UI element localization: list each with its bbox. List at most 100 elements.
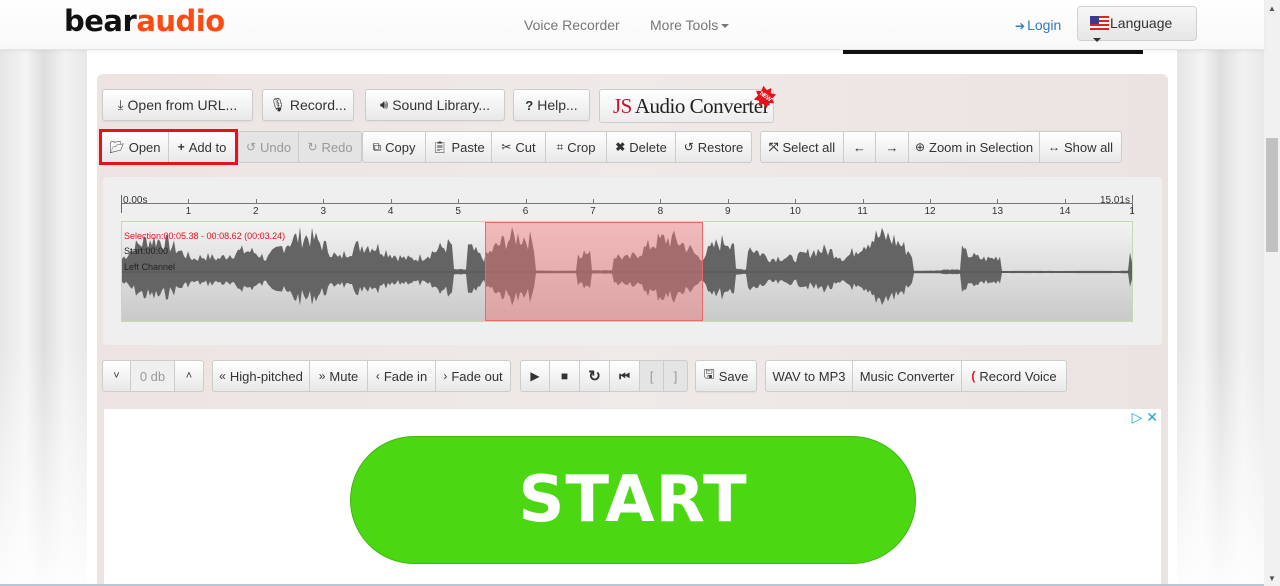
help-label: Help... [537, 97, 578, 113]
adchoices-icon[interactable]: ▷ [1132, 409, 1143, 425]
paste-icon: 📋︎ [432, 140, 448, 154]
ruler-tick [188, 199, 190, 204]
mark-out-button[interactable]: ] [664, 360, 688, 392]
select-all-label: Select all [782, 139, 836, 155]
record-button[interactable]: 🎙︎ Record... [262, 89, 354, 121]
logo[interactable]: bearaudio [64, 4, 225, 38]
arrow-left-icon: ← [853, 139, 866, 155]
cut-button[interactable]: ✂ Cut [492, 131, 546, 163]
nav-more-tools[interactable]: More Tools [650, 17, 730, 33]
volume-down-button[interactable]: ˅ [102, 360, 131, 392]
ruler-tick-label: 6 [522, 206, 529, 217]
question-icon: ? [525, 97, 534, 113]
move-right-button[interactable]: → [876, 131, 909, 163]
double-chevron-down-icon: » [318, 369, 326, 383]
close-icon[interactable]: ✕ [1146, 409, 1158, 425]
selection-region[interactable] [484, 222, 704, 321]
ruler-tick [525, 199, 527, 204]
record-voice-button[interactable]: (Record Voice [962, 360, 1067, 392]
redo-icon: ↻ [307, 140, 318, 154]
save-button[interactable]: 🖫 Save [695, 360, 757, 392]
edit-button-group: ⧉ Copy 📋︎ Paste ✂ Cut ⌗ Crop ✖ Delete ↺ Restor… [362, 131, 752, 163]
history-icon: ↺ [683, 140, 694, 154]
loop-button[interactable]: ↻ [580, 360, 610, 392]
play-button[interactable]: ▶ [520, 360, 550, 392]
sound-library-button[interactable]: 🔊︎ Sound Library... [365, 89, 505, 121]
ruler-tick-label: 13 [991, 206, 1004, 217]
chevron-left-icon: ‹ [375, 369, 380, 383]
volume-up-button[interactable]: ˄ [175, 360, 204, 392]
wav-to-mp3-button[interactable]: WAV to MP3 [765, 360, 853, 392]
time-ruler[interactable]: 0.00s 15.01s 1 2 3 4 5 6 7 8 9 10 11 12 13 14 1 [121, 193, 1135, 219]
audio-converter-label: Audio Converter [634, 94, 770, 118]
show-all-button[interactable]: ↔ Show all [1040, 131, 1122, 163]
fullscreen-icon: ⤧ [768, 139, 779, 154]
undo-button[interactable]: ↺ Undo [238, 131, 299, 163]
plus-icon: + [177, 140, 185, 154]
open-button[interactable]: 📂︎ Open [101, 131, 169, 163]
ruler-tick-label: 2 [253, 206, 259, 217]
chevron-up-icon: ˄ [185, 370, 193, 382]
select-all-button[interactable]: ⤧ Select all [760, 131, 844, 163]
copy-button[interactable]: ⧉ Copy [362, 131, 426, 163]
fade-in-label: Fade in [383, 368, 428, 384]
nav-voice-recorder[interactable]: Voice Recorder [524, 17, 620, 33]
db-value: 0 db [131, 360, 175, 392]
arrows-horizontal-icon: ↔ [1047, 140, 1060, 154]
waveform-track[interactable]: Selection:00:05.38 - 00:08.62 (00:03.24)… [121, 221, 1133, 322]
crop-icon: ⌗ [556, 139, 564, 154]
copy-label: Copy [385, 139, 416, 155]
mute-label: Mute [329, 368, 359, 384]
redo-button[interactable]: ↻ Redo [299, 131, 362, 163]
help-button[interactable]: ? Help... [513, 89, 590, 121]
restore-label: Restore [697, 139, 744, 155]
language-dropdown[interactable]: Language [1077, 6, 1197, 43]
advertisement: ▷ ✕ START [103, 408, 1162, 586]
refresh-icon: ↻ [588, 368, 601, 385]
login-link[interactable]: ➔ Login [1015, 17, 1061, 33]
arrow-right-icon: → [885, 139, 899, 155]
paste-button[interactable]: 📋︎ Paste [426, 131, 492, 163]
ruler-tick [1132, 199, 1133, 204]
scroll-down-icon[interactable]: ▼ [1268, 574, 1276, 583]
open-from-url-button[interactable]: ⤓ Open from URL... [102, 89, 253, 121]
show-all-label: Show all [1063, 139, 1114, 155]
ruler-tick [255, 199, 257, 204]
music-converter-button[interactable]: Music Converter [853, 360, 962, 392]
us-flag-icon [1090, 16, 1109, 30]
js-audio-converter-button[interactable]: JS Audio Converter NEW [599, 89, 774, 123]
mute-button[interactable]: » Mute [310, 360, 368, 392]
stop-button[interactable]: ■ [550, 360, 580, 392]
zoom-in-selection-button[interactable]: ⊕ Zoom in Selection [909, 131, 1040, 163]
delete-button[interactable]: ✖ Delete [607, 131, 676, 163]
ruler-tick [592, 199, 594, 204]
scrollbar[interactable]: ▲ ▼ [1264, 0, 1280, 586]
mark-in-button[interactable]: [ [640, 360, 664, 392]
restore-button[interactable]: ↺ Restore [676, 131, 752, 163]
ad-start-button[interactable]: START [350, 436, 916, 564]
navbar: bearaudio Voice Recorder More Tools ➔ Log… [0, 0, 1264, 50]
scroll-up-icon[interactable]: ▲ [1268, 4, 1276, 13]
floppy-icon: 🖫 [703, 366, 715, 381]
ruler-tick [862, 199, 864, 204]
ruler-tick-label: 10 [789, 206, 801, 217]
phone-icon: ( [971, 369, 976, 383]
fade-in-button[interactable]: ‹ Fade in [368, 360, 436, 392]
ruler-line [121, 203, 1133, 204]
ruler-tick-label: 5 [455, 206, 461, 217]
links-group: WAV to MP3 Music Converter (Record Voice [765, 360, 1067, 392]
high-pitched-button[interactable]: «High-pitched [212, 360, 310, 392]
play-icon: ▶ [530, 369, 540, 383]
x-icon: ✖ [615, 140, 626, 154]
ruler-tick-label: 1 [1129, 206, 1135, 217]
add-to-button[interactable]: + Add to [169, 131, 236, 163]
rewind-button[interactable]: ⏮︎ [610, 360, 640, 392]
download-icon: ⤓ [117, 97, 124, 112]
add-to-label: Add to [188, 139, 227, 155]
ruler-tick [997, 199, 999, 204]
crop-button[interactable]: ⌗ Crop [546, 131, 607, 163]
fade-out-button[interactable]: › Fade out [436, 360, 511, 392]
move-left-button[interactable]: ← [844, 131, 876, 163]
scrollbar-thumb[interactable] [1266, 138, 1278, 252]
volume-group: ˅ 0 db ˄ [102, 360, 204, 392]
